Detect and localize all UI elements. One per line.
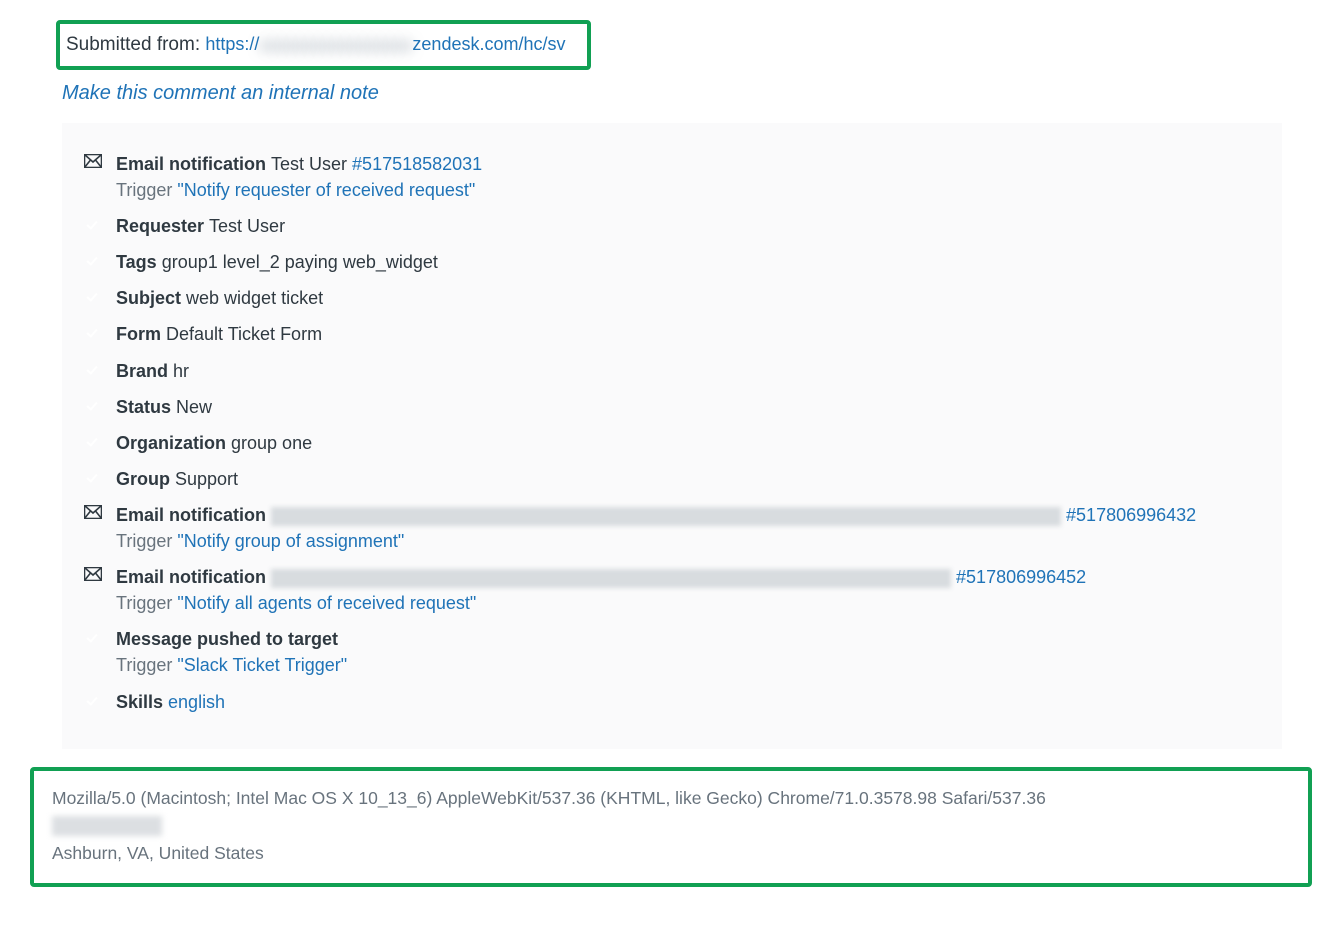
- trigger-word: Trigger: [116, 655, 177, 675]
- event-value: New: [176, 397, 212, 417]
- submitted-from-label: Submitted from:: [66, 34, 205, 55]
- event-label: Tags: [116, 252, 162, 272]
- event-value-redacted: .: [271, 569, 951, 588]
- event-body: Tags group1 level_2 paying web_widget: [116, 249, 1260, 275]
- event-label: Form: [116, 324, 166, 344]
- make-internal-note-link[interactable]: Make this comment an internal note: [62, 82, 1312, 105]
- event-row: Message pushed to target Trigger "Slack T…: [84, 626, 1260, 678]
- event-label: Email notification: [116, 567, 271, 587]
- mail-icon: [84, 567, 104, 581]
- event-label: Message pushed to target: [116, 629, 338, 649]
- event-body: Message pushed to target Trigger "Slack T…: [116, 626, 1260, 678]
- mail-icon: [84, 154, 104, 168]
- event-label: Email notification: [116, 154, 271, 174]
- event-id-link[interactable]: #517518582031: [352, 154, 482, 174]
- event-body: Status New: [116, 394, 1260, 420]
- submitted-url-prefix: https://: [205, 34, 259, 54]
- event-row: Requester Test User: [84, 213, 1260, 239]
- trigger-link[interactable]: "Slack Ticket Trigger": [177, 655, 347, 675]
- event-body: Organization group one: [116, 430, 1260, 456]
- event-value-redacted: .: [271, 507, 1061, 526]
- trigger-word: Trigger: [116, 180, 177, 200]
- event-body: Group Support: [116, 466, 1260, 492]
- event-label: Email notification: [116, 505, 271, 525]
- event-value: Test User: [271, 154, 352, 174]
- submitted-url-redacted: xxxxxxxxxxxxxxxxx: [259, 35, 412, 56]
- event-row: Organization group one: [84, 430, 1260, 456]
- event-body: Brand hr: [116, 358, 1260, 384]
- event-label: Skills: [116, 692, 168, 712]
- footer-location: Ashburn, VA, United States: [52, 840, 1290, 867]
- trigger-word: Trigger: [116, 593, 177, 613]
- event-value: Default Ticket Form: [166, 324, 322, 344]
- event-row: Subject web widget ticket: [84, 285, 1260, 311]
- event-row: Status New: [84, 394, 1260, 420]
- footer-hidden-line: [52, 816, 162, 836]
- event-row: Group Support: [84, 466, 1260, 492]
- event-body: Email notification . #517806996432 Trigge…: [116, 502, 1260, 554]
- event-body: Email notification Test User #5175185820…: [116, 151, 1260, 203]
- event-body: Form Default Ticket Form: [116, 321, 1260, 347]
- event-body: Subject web widget ticket: [116, 285, 1260, 311]
- trigger-link[interactable]: "Notify all agents of received request": [177, 593, 476, 613]
- submitted-from-url[interactable]: https://xxxxxxxxxxxxxxxxxzendesk.com/hc/…: [205, 34, 565, 54]
- event-row: Email notification Test User #5175185820…: [84, 151, 1260, 203]
- event-label: Organization: [116, 433, 231, 453]
- submitted-from-box: Submitted from: https://xxxxxxxxxxxxxxxx…: [56, 20, 591, 70]
- event-label: Group: [116, 469, 175, 489]
- event-label: Requester: [116, 216, 209, 236]
- event-body: Email notification . #517806996452 Trigge…: [116, 564, 1260, 616]
- event-row: Email notification . #517806996452 Trigge…: [84, 564, 1260, 616]
- mail-icon: [84, 505, 104, 519]
- footer-user-agent: Mozilla/5.0 (Macintosh; Intel Mac OS X 1…: [52, 785, 1290, 812]
- event-id-link[interactable]: #517806996452: [956, 567, 1086, 587]
- event-row: Form Default Ticket Form: [84, 321, 1260, 347]
- event-value: Test User: [209, 216, 285, 236]
- event-value: Support: [175, 469, 238, 489]
- event-value: web widget ticket: [186, 288, 323, 308]
- event-label: Status: [116, 397, 176, 417]
- submitted-url-suffix: zendesk.com/hc/sv: [412, 34, 565, 54]
- trigger-link[interactable]: "Notify requester of received request": [177, 180, 475, 200]
- event-value: group one: [231, 433, 312, 453]
- trigger-link[interactable]: "Notify group of assignment": [177, 531, 404, 551]
- event-value: hr: [173, 361, 189, 381]
- event-id-link[interactable]: #517806996432: [1066, 505, 1196, 525]
- event-body: Skills english: [116, 689, 1260, 715]
- event-body: Requester Test User: [116, 213, 1260, 239]
- event-row: Tags group1 level_2 paying web_widget: [84, 249, 1260, 275]
- footer-box: Mozilla/5.0 (Macintosh; Intel Mac OS X 1…: [30, 767, 1312, 887]
- events-panel: Email notification Test User #5175185820…: [62, 123, 1282, 749]
- trigger-word: Trigger: [116, 531, 177, 551]
- event-label: Subject: [116, 288, 186, 308]
- event-value-link[interactable]: english: [168, 692, 225, 712]
- event-label: Brand: [116, 361, 173, 381]
- event-value: group1 level_2 paying web_widget: [162, 252, 438, 272]
- event-row: Email notification . #517806996432 Trigge…: [84, 502, 1260, 554]
- event-row: Skills english: [84, 689, 1260, 715]
- event-row: Brand hr: [84, 358, 1260, 384]
